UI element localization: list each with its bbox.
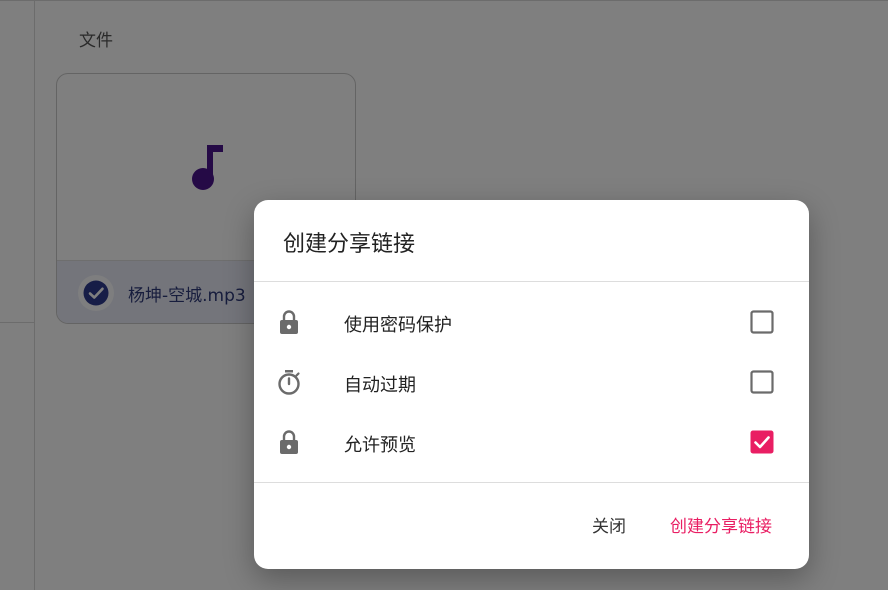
dialog-divider (254, 281, 809, 282)
share-link-dialog: 创建分享链接 使用密码保护 自动过期 允许预览 关闭 创建分享链接 (254, 200, 809, 569)
option-auto-expire[interactable]: 自动过期 (254, 352, 809, 412)
option-label: 自动过期 (344, 375, 416, 396)
page: 文件 杨坤-空城.mp3 创建分享链接 (0, 0, 888, 590)
allow-preview-checkbox[interactable] (750, 430, 774, 454)
option-label: 使用密码保护 (344, 315, 452, 336)
close-button[interactable]: 关闭 (592, 512, 626, 537)
timer-icon (278, 370, 300, 395)
option-allow-preview[interactable]: 允许预览 (254, 412, 809, 472)
dialog-title: 创建分享链接 (283, 232, 416, 257)
option-label: 允许预览 (344, 435, 416, 456)
create-share-link-button[interactable]: 创建分享链接 (670, 512, 772, 537)
lock-icon (280, 310, 298, 334)
option-password-protect[interactable]: 使用密码保护 (254, 292, 809, 352)
dialog-divider (254, 482, 809, 483)
lock-icon (280, 430, 298, 454)
auto-expire-checkbox[interactable] (750, 370, 774, 394)
password-protect-checkbox[interactable] (750, 310, 774, 334)
